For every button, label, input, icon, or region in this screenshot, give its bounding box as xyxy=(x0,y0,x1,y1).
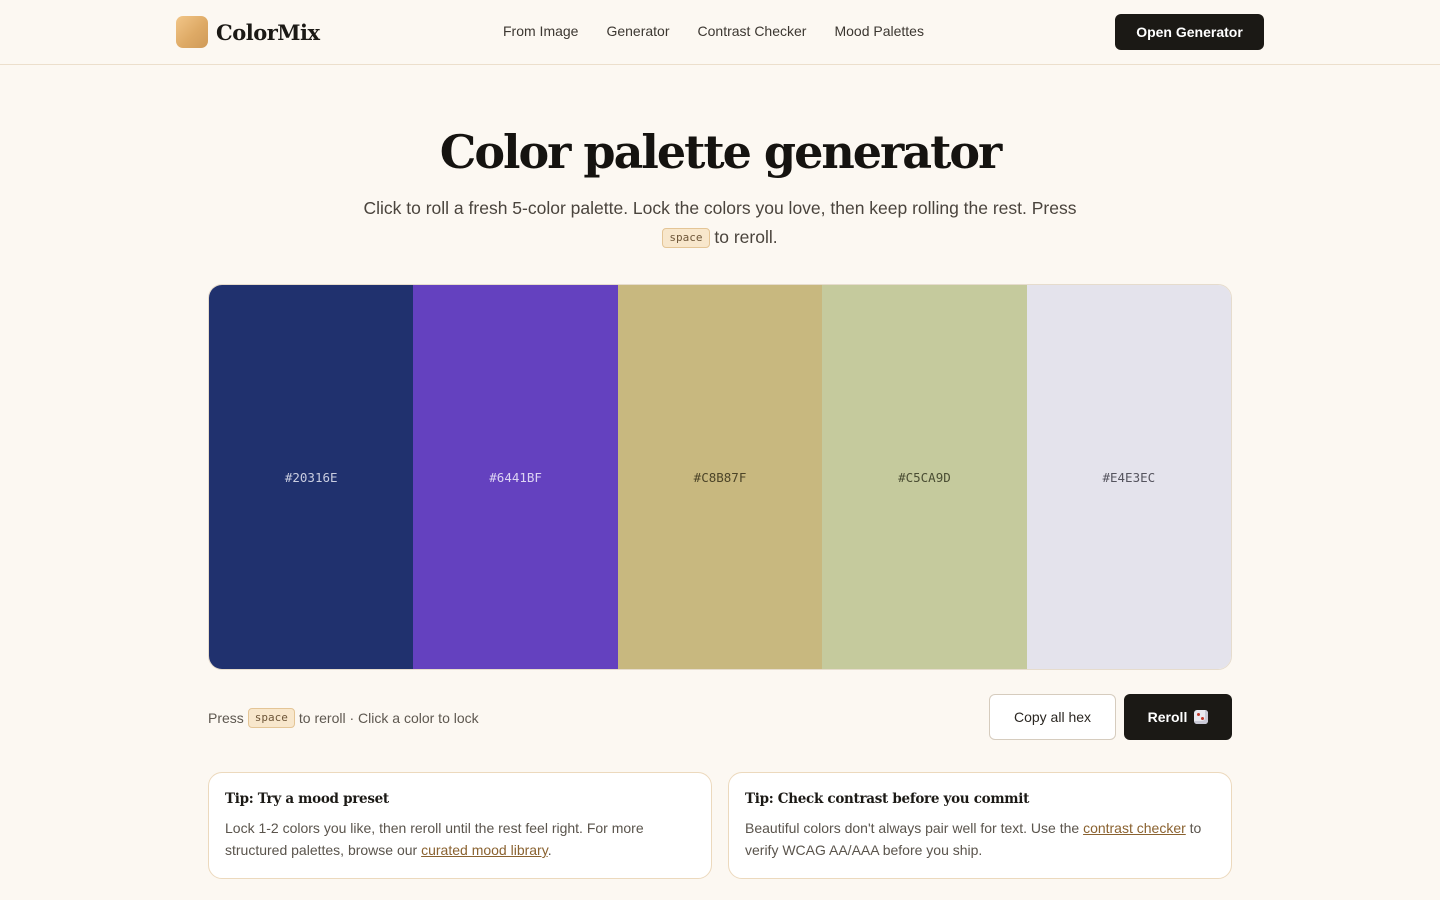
tip-text: Beautiful colors don't always pair well … xyxy=(745,817,1215,861)
page-subtitle: Click to roll a fresh 5-color palette. L… xyxy=(340,194,1100,252)
space-key-badge: space xyxy=(662,228,710,248)
swatch-hex-label: #C5CA9D xyxy=(898,469,951,485)
tip-card-mood: Tip: Try a mood preset Lock 1-2 colors y… xyxy=(208,772,712,879)
swatch-hex-label: #6441BF xyxy=(489,469,542,485)
tip-title: Tip: Try a mood preset xyxy=(225,791,389,807)
tip-title: Tip: Check contrast before you commit xyxy=(745,791,1030,807)
swatch-hex-label: #E4E3EC xyxy=(1102,469,1156,485)
color-swatch[interactable]: #E4E3EC xyxy=(1026,285,1231,669)
hint-text: Press xyxy=(208,710,244,726)
brand-name: ColorMix xyxy=(216,19,320,45)
site-header: ColorMix From Image Generator Contrast C… xyxy=(0,0,1440,65)
nav-link-generator[interactable]: Generator xyxy=(606,23,669,39)
nav-link-contrast-checker[interactable]: Contrast Checker xyxy=(698,23,807,39)
color-swatch[interactable]: #C8B87F xyxy=(617,285,823,669)
nav-link-from-image[interactable]: From Image xyxy=(503,23,578,39)
main-nav: From Image Generator Contrast Checker Mo… xyxy=(503,23,952,39)
swatch-hex-label: #20316E xyxy=(284,469,338,485)
open-generator-button[interactable]: Open Generator xyxy=(1115,14,1264,50)
nav-link-mood-palettes[interactable]: Mood Palettes xyxy=(834,23,924,39)
contrast-checker-link[interactable]: contrast checker xyxy=(1083,820,1186,836)
color-swatch[interactable]: #C5CA9D xyxy=(822,285,1027,669)
reroll-label: Reroll xyxy=(1147,709,1188,725)
brand-logo-icon xyxy=(176,16,208,48)
color-swatch[interactable]: #20316E xyxy=(209,285,414,669)
page-title: Color palette generator xyxy=(439,125,1003,179)
dice-icon xyxy=(1194,710,1209,724)
color-swatch[interactable]: #6441BF xyxy=(413,285,618,669)
brand[interactable]: ColorMix xyxy=(176,16,320,48)
tip-text: Lock 1-2 colors you like, then reroll un… xyxy=(225,817,695,861)
subtitle-text-end: to reroll. xyxy=(714,227,778,247)
space-key-badge: space xyxy=(247,708,295,728)
reroll-button[interactable]: Reroll xyxy=(1124,694,1232,740)
tip-card-contrast: Tip: Check contrast before you commit Be… xyxy=(728,772,1232,879)
palette-swatches: #20316E #6441BF #C8B87F #C5CA9D #E4E3EC xyxy=(208,284,1232,670)
keyboard-hint: Press space to reroll · Click a color to… xyxy=(208,708,479,728)
mood-library-link[interactable]: curated mood library xyxy=(421,842,548,858)
hint-text-end: to reroll · Click a color to lock xyxy=(298,710,479,726)
tip-text-body: Beautiful colors don't always pair well … xyxy=(745,820,1080,836)
tip-text-end: . xyxy=(547,842,552,858)
swatch-hex-label: #C8B87F xyxy=(693,469,747,485)
copy-all-hex-button[interactable]: Copy all hex xyxy=(989,694,1116,740)
subtitle-text: Click to roll a fresh 5-color palette. L… xyxy=(363,198,1077,218)
